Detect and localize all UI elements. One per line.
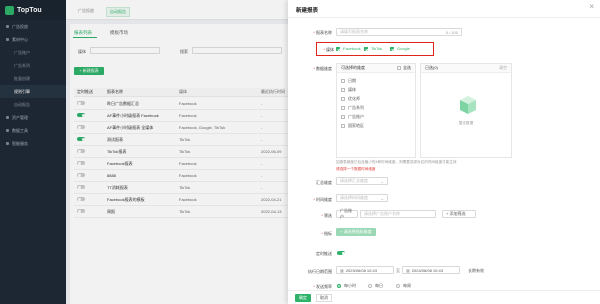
time-label: * 时间维度	[313, 197, 332, 202]
dimension-hint: 如报表维度已包含最少的4种时间维度，则需要选择对应的时间维度才能生效	[336, 160, 457, 164]
dimension-label: * 数据维度	[313, 66, 332, 71]
checkbox-icon	[341, 105, 345, 110]
dimension-option[interactable]: 优化师	[341, 94, 411, 103]
radio-icon	[396, 284, 400, 288]
end-date-value: 2024/06/08 10:43	[411, 267, 443, 273]
empty-box-icon	[460, 96, 476, 114]
range-label: 执行日期范围	[308, 269, 332, 274]
filter-value-input[interactable]: 请选择广告账户名称	[360, 210, 436, 218]
summary-label: 汇总维度	[316, 180, 332, 185]
drawer-title: 新建报表	[296, 8, 319, 14]
freq-option-daily[interactable]: 每日	[368, 283, 383, 289]
dimension-option[interactable]: 广告系列	[341, 103, 411, 112]
freq-label-text: 发送频率	[316, 284, 332, 289]
dimension-option[interactable]: 国家地区	[341, 121, 411, 130]
checkbox-icon	[364, 46, 368, 51]
summary-select[interactable]: 请选择汇总维度 ⌄	[336, 177, 388, 185]
push-toggle[interactable]	[337, 251, 345, 255]
freq-option-label: 每日	[375, 283, 383, 288]
filter-label-text: 筛选	[324, 213, 332, 218]
long-term-label: 长期有效	[468, 268, 484, 273]
dimension-option[interactable]: 日期	[341, 76, 411, 85]
summary-placeholder: 请选择汇总维度	[340, 178, 368, 183]
dimension-option[interactable]: 广告账户	[341, 112, 411, 121]
metric-label: * 指标	[321, 231, 332, 236]
chevron-down-icon: ⌄	[380, 195, 384, 201]
dimension-option-label: 媒体	[348, 86, 356, 92]
available-panel-header: 可选择的维度 全选	[337, 64, 415, 73]
name-label-text: 报表名称	[316, 30, 332, 35]
freq-option-label: 每小时	[344, 283, 356, 288]
report-name-input[interactable]: 请填写报表名称 0 / 100	[336, 28, 462, 36]
select-metrics-button[interactable]: + 请选择指标维度	[336, 228, 376, 236]
start-date-value: 2023/06/08 10:43	[345, 267, 377, 273]
name-placeholder: 请填写报表名称	[340, 29, 368, 34]
time-label-text: 时间维度	[316, 197, 332, 202]
media-option-label: Google	[397, 46, 410, 51]
media-label-text: 媒体	[326, 47, 334, 52]
freq-option-hourly[interactable]: 每小时	[337, 283, 356, 289]
calendar-icon: ▦	[340, 267, 344, 273]
available-title: 可选择的维度	[341, 65, 365, 70]
radio-icon	[368, 284, 372, 288]
select-all-checkbox-icon[interactable]	[397, 66, 401, 70]
radio-icon	[337, 284, 341, 288]
filter-placeholder: 请选择广告账户名称	[364, 211, 400, 216]
checkbox-icon	[341, 114, 345, 119]
clear-button[interactable]: 清空	[499, 65, 507, 71]
divider	[288, 17, 600, 18]
dimension-option-label: 国家地区	[348, 122, 364, 128]
checkbox-icon	[341, 96, 345, 101]
checkbox-icon	[341, 123, 345, 128]
available-dimensions-panel: 可选择的维度 全选 日期媒体优化师广告系列广告账户国家地区	[336, 63, 416, 158]
dimension-option-label: 广告系列	[348, 104, 364, 110]
media-option-label: Facebook	[343, 46, 361, 51]
freq-option-label: 每周	[403, 283, 411, 288]
checkbox-icon	[336, 46, 340, 51]
checkbox-icon	[341, 87, 345, 92]
filter-label: * 筛选	[321, 213, 332, 218]
selected-panel-header: 已选(0) 清空	[421, 64, 511, 73]
freq-option-weekly[interactable]: 每周	[396, 283, 411, 289]
dimension-warning: 请选择一个数据时间维度	[336, 167, 376, 171]
dimension-option-label: 日期	[348, 77, 356, 83]
date-separator: 至	[396, 268, 400, 273]
calendar-icon: ▦	[406, 267, 410, 273]
media-option-label: TikTok	[371, 46, 383, 51]
media-label: * 媒体	[323, 47, 334, 52]
drawer-footer: 确定 取消	[288, 290, 600, 304]
media-option-facebook[interactable]: Facebook	[336, 46, 361, 51]
media-option-tiktok[interactable]: TikTok	[364, 46, 382, 51]
end-date-input[interactable]: ▦ 2024/06/08 10:43	[402, 266, 460, 274]
selected-dimensions-panel: 已选(0) 清空 暂无数据	[420, 63, 512, 158]
chevron-down-icon: ⌄	[380, 178, 384, 184]
time-placeholder: 请选择时间维度	[340, 195, 368, 200]
select-all-label: 全选	[403, 65, 411, 70]
dimension-option-label: 广告账户	[348, 113, 364, 119]
dimension-option-label: 优化师	[348, 95, 360, 101]
empty-text: 暂无数据	[458, 121, 474, 125]
selected-title: 已选(0)	[425, 65, 438, 70]
dimension-option[interactable]: 媒体	[341, 85, 411, 94]
metric-label-text: 指标	[324, 231, 332, 236]
time-select[interactable]: 请选择时间维度 ⌄	[336, 194, 388, 202]
add-filter-label: + 添加筛选	[446, 211, 466, 216]
confirm-button[interactable]: 确定	[295, 294, 311, 302]
checkbox-icon	[341, 78, 345, 83]
filter-field-value: 广告账户	[340, 208, 352, 219]
name-char-count: 0 / 100	[445, 29, 458, 35]
filter-field-select[interactable]: 广告账户	[336, 208, 358, 219]
add-filter-button[interactable]: + 添加筛选	[442, 210, 476, 218]
name-label: * 报表名称	[313, 30, 332, 35]
dimension-label-text: 数据维度	[316, 66, 332, 71]
media-option-google[interactable]: Google	[390, 46, 410, 51]
cancel-button[interactable]: 取消	[316, 294, 332, 302]
checkbox-icon	[390, 46, 394, 51]
close-icon[interactable]: ×	[589, 3, 594, 11]
start-date-input[interactable]: ▦ 2023/06/08 10:43	[336, 266, 394, 274]
push-label: 定时推送	[316, 251, 332, 256]
